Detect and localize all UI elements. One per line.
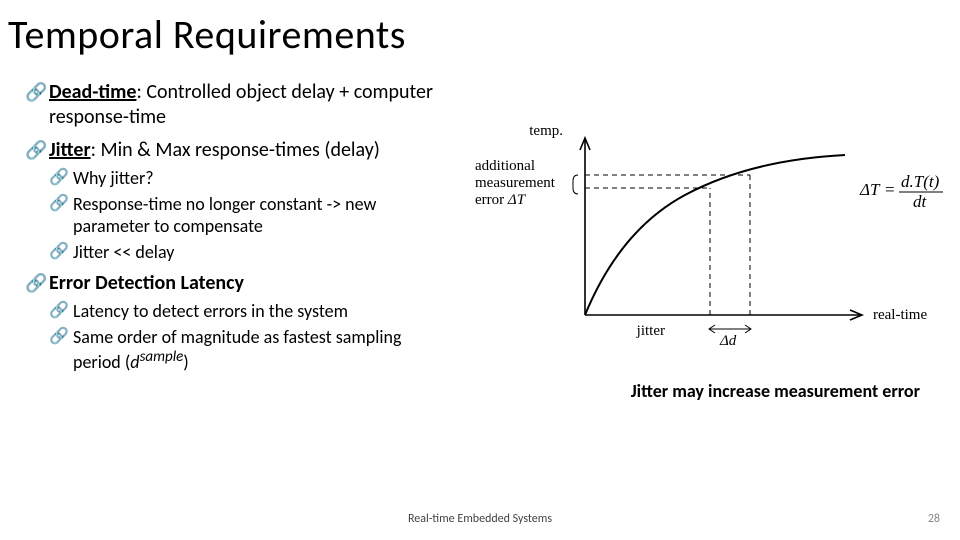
bullet-dead-time: 🔗 Dead-time: Controlled object delay + c…: [25, 80, 445, 130]
annot-line3: error ΔT: [475, 192, 527, 208]
bullet-error-latency: 🔗 Error Detection Latency 🔗 Latency to d…: [25, 271, 445, 374]
term-jitter: Jitter: [49, 138, 91, 162]
ylabel: temp.: [529, 123, 563, 139]
jitter-var: Δd: [719, 333, 737, 349]
footer-text: Real-time Embedded Systems: [408, 512, 552, 526]
subbullet-sampling-period: 🔗 Same order of magnitude as fastest sam…: [49, 326, 445, 374]
page-number: 28: [928, 512, 940, 526]
temp-curve: [585, 155, 845, 315]
subbullet-response-time: 🔗 Response-time no longer constant -> ne…: [49, 193, 445, 238]
subbullet-latency-detect: 🔗 Latency to detect errors in the system: [49, 300, 445, 323]
jitter-label: jitter: [636, 323, 665, 339]
diagram-caption: Jitter may increase measurement error: [631, 380, 920, 402]
annot-line2: measurement: [475, 175, 556, 191]
text-sampling-post: ): [183, 351, 188, 373]
term-dead-time: Dead-time: [49, 80, 136, 104]
link-bullet-icon: 🔗: [25, 82, 47, 104]
body-content: 🔗 Dead-time: Controlled object delay + c…: [25, 80, 445, 382]
link-bullet-icon: 🔗: [25, 140, 47, 162]
axes: [580, 138, 862, 320]
text-jitter-less-delay: Jitter << delay: [73, 241, 174, 263]
formula: ΔT = d.T(t) dt: [859, 172, 943, 211]
subbullet-jitter-less-delay: 🔗 Jitter << delay: [49, 241, 445, 264]
link-bullet-icon: 🔗: [49, 194, 69, 213]
slide: Temporal Requirements 🔗 Dead-time: Contr…: [0, 0, 960, 540]
jitter-diagram: temp. real-time additional measurement e…: [465, 115, 945, 365]
jitter-arrow: [709, 325, 751, 333]
link-bullet-icon: 🔗: [49, 327, 69, 346]
xlabel: real-time: [873, 307, 927, 323]
formula-lhs: ΔT: [859, 180, 881, 199]
link-bullet-icon: 🔗: [49, 168, 69, 187]
link-bullet-icon: 🔗: [49, 242, 69, 261]
formula-den: dt: [913, 192, 928, 211]
delta-t-brace: [573, 175, 578, 194]
slide-title: Temporal Requirements: [8, 10, 406, 59]
formula-eq: =: [885, 180, 895, 199]
text-sampling-var: d: [130, 351, 139, 373]
subbullet-why-jitter: 🔗 Why jitter?: [49, 167, 445, 190]
link-bullet-icon: 🔗: [25, 273, 47, 295]
text-sampling-sup: sample: [140, 348, 184, 366]
link-bullet-icon: 🔗: [49, 301, 69, 320]
bullet-jitter: 🔗 Jitter: Min & Max response-times (dela…: [25, 138, 445, 263]
text-why-jitter: Why jitter?: [73, 167, 154, 189]
text-jitter: : Min & Max response-times (delay): [91, 138, 380, 162]
formula-num: d.T(t): [901, 172, 940, 191]
term-error-latency: Error Detection Latency: [49, 271, 244, 295]
text-sampling-pre: Same order of magnitude as fastest sampl…: [73, 326, 401, 374]
text-response-time: Response-time no longer constant -> new …: [73, 193, 376, 238]
text-latency-detect: Latency to detect errors in the system: [73, 300, 348, 322]
annot-line1: additional: [475, 158, 535, 174]
